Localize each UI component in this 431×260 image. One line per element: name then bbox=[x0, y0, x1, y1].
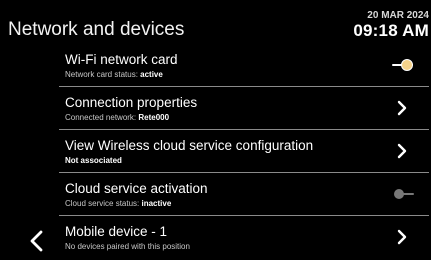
back-button[interactable] bbox=[22, 226, 52, 256]
list-item-mobile-device-1[interactable]: Mobile device - 1 No devices paired with… bbox=[59, 216, 429, 259]
list-item-subtitle: Connected network: Rete000 bbox=[65, 113, 169, 123]
chevron-right-icon[interactable] bbox=[393, 99, 411, 117]
list-item-subtitle: No devices paired with this position bbox=[65, 242, 190, 252]
list-item-title: Wi-Fi network card bbox=[65, 52, 178, 67]
settings-list: Wi-Fi network card Network card status: … bbox=[59, 44, 429, 259]
network-devices-screen: Network and devices 20 MAR 2024 09:18 AM… bbox=[0, 0, 431, 260]
list-item-title: View Wireless cloud service configuratio… bbox=[65, 138, 314, 153]
toggle-on-icon[interactable] bbox=[391, 57, 415, 73]
network-value: Rete000 bbox=[138, 113, 170, 122]
toggle-off-icon[interactable] bbox=[391, 186, 415, 202]
status-label: Cloud service status: bbox=[65, 199, 142, 208]
list-item-cloud-service-activation[interactable]: Cloud service activation Cloud service s… bbox=[59, 173, 429, 216]
list-item-subtitle: Not associated bbox=[65, 156, 122, 166]
clock-date: 20 MAR 2024 bbox=[367, 10, 429, 21]
association-value: Not associated bbox=[65, 156, 122, 165]
list-item-connection-properties[interactable]: Connection properties Connected network:… bbox=[59, 87, 429, 130]
list-item-wifi-network-card[interactable]: Wi-Fi network card Network card status: … bbox=[59, 44, 429, 87]
status-value: active bbox=[140, 70, 163, 79]
clock: 20 MAR 2024 09:18 AM bbox=[319, 10, 429, 41]
page-title: Network and devices bbox=[8, 19, 185, 40]
chevron-right-icon[interactable] bbox=[393, 228, 411, 246]
list-item-subtitle: Network card status: active bbox=[65, 70, 163, 80]
list-item-cloud-service-configuration[interactable]: View Wireless cloud service configuratio… bbox=[59, 130, 429, 173]
pairing-label: No devices paired with this position bbox=[65, 242, 190, 251]
chevron-left-icon bbox=[30, 230, 43, 252]
list-item-title: Connection properties bbox=[65, 95, 198, 110]
clock-time: 09:18 AM bbox=[353, 21, 429, 40]
status-label: Network card status: bbox=[65, 70, 141, 79]
list-item-subtitle: Cloud service status: inactive bbox=[65, 199, 171, 209]
list-item-title: Cloud service activation bbox=[65, 181, 208, 196]
chevron-right-icon[interactable] bbox=[393, 142, 411, 160]
list-item-title: Mobile device - 1 bbox=[65, 224, 168, 239]
status-value: inactive bbox=[141, 199, 172, 208]
network-label: Connected network: bbox=[65, 113, 139, 122]
